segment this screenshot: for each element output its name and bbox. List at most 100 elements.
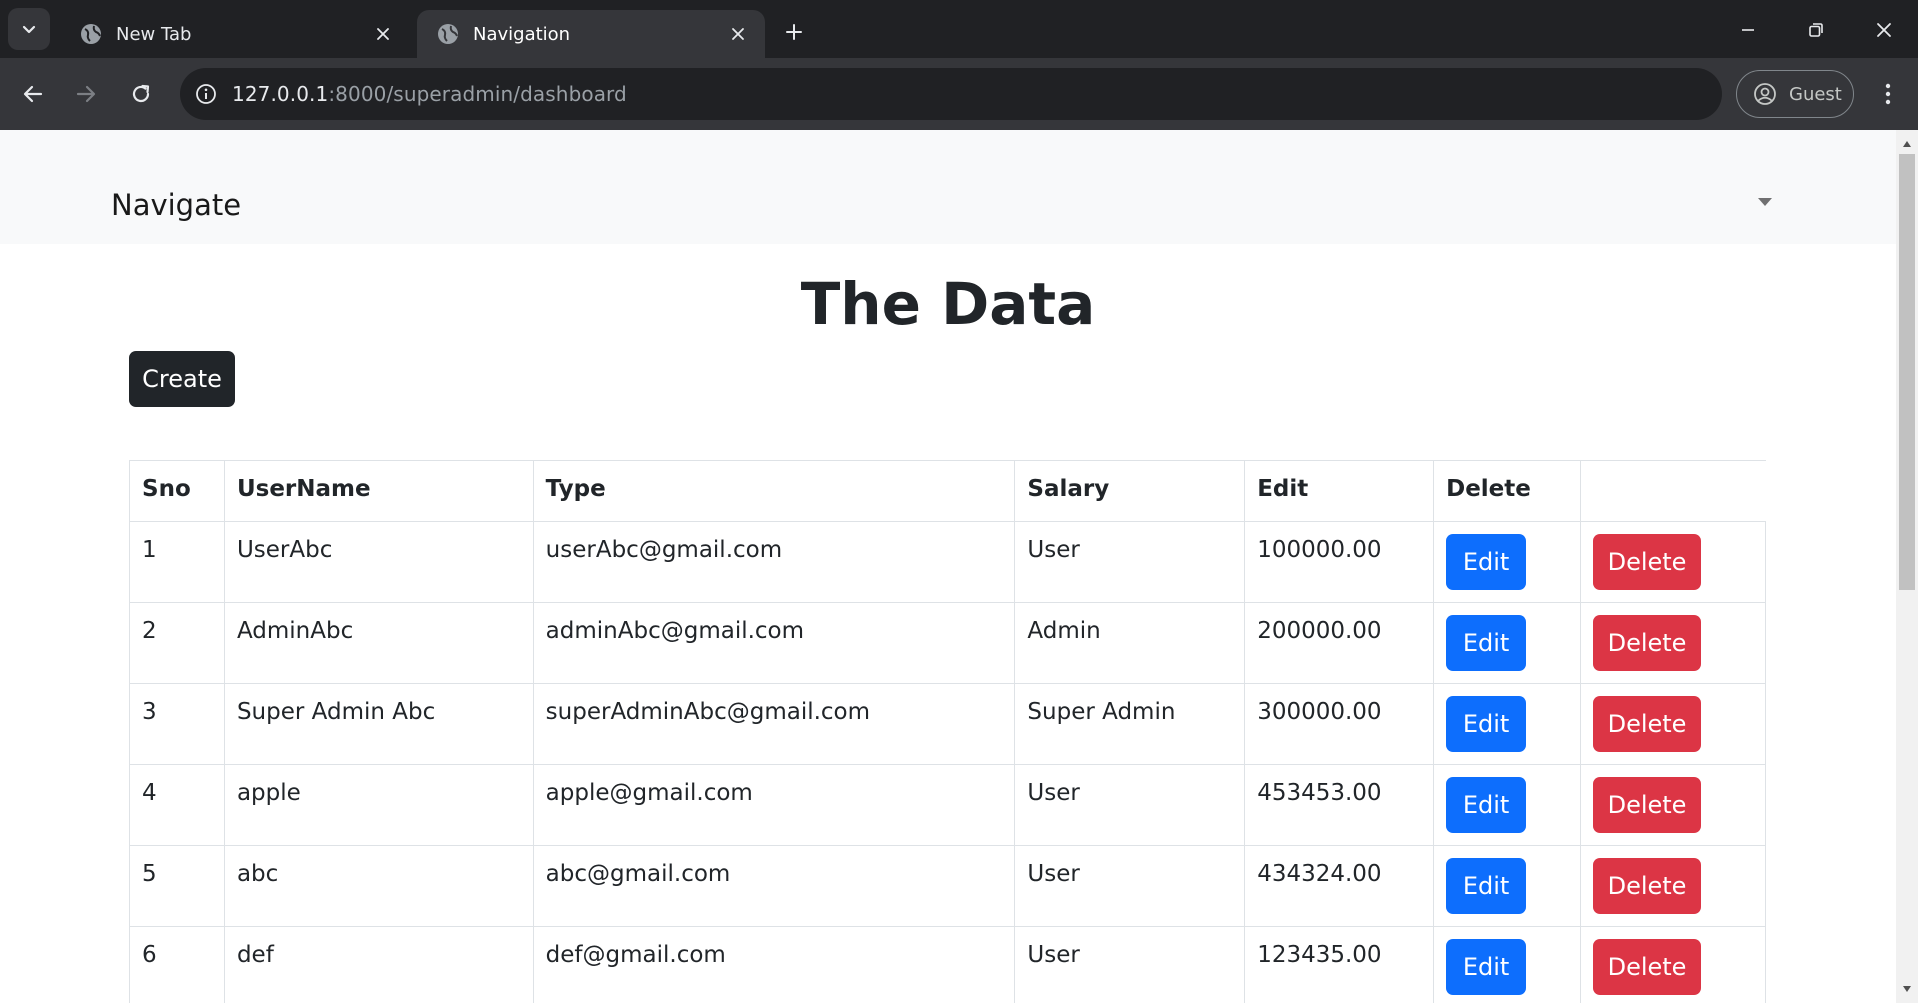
column-header-salary: Salary bbox=[1014, 460, 1246, 522]
minimize-button[interactable] bbox=[1724, 10, 1772, 50]
arrow-left-icon bbox=[23, 85, 43, 103]
browser-menu-button[interactable] bbox=[1870, 76, 1906, 112]
cell-email: userAbc@gmail.com bbox=[532, 521, 1016, 603]
minimize-icon bbox=[1742, 29, 1754, 31]
column-header-blank bbox=[1580, 460, 1766, 522]
cell-username: apple bbox=[223, 764, 534, 846]
column-header-edit: Edit bbox=[1244, 460, 1435, 522]
cell-edit: Edit bbox=[1433, 764, 1582, 846]
create-button[interactable]: Create bbox=[129, 351, 235, 407]
globe-icon bbox=[438, 24, 458, 44]
delete-button[interactable]: Delete bbox=[1593, 777, 1702, 833]
globe-icon bbox=[81, 24, 101, 44]
cell-salary: 123435.00 bbox=[1244, 926, 1435, 1003]
tab-new-tab[interactable]: New Tab bbox=[60, 10, 410, 58]
delete-button[interactable]: Delete bbox=[1593, 939, 1702, 995]
page-title: The Data bbox=[800, 270, 1096, 338]
reload-icon bbox=[132, 84, 150, 103]
page-scrollbar[interactable] bbox=[1896, 130, 1918, 1003]
account-circle-icon bbox=[1754, 83, 1776, 105]
navbar: Navigate bbox=[0, 130, 1896, 244]
cell-delete: Delete bbox=[1580, 845, 1766, 927]
tab-navigation[interactable]: Navigation bbox=[417, 10, 765, 58]
cell-username: AdminAbc bbox=[223, 602, 534, 684]
cell-edit: Edit bbox=[1433, 602, 1582, 684]
new-tab-button[interactable] bbox=[776, 14, 812, 50]
close-icon bbox=[377, 28, 389, 40]
cell-username: def bbox=[223, 926, 534, 1003]
close-window-button[interactable] bbox=[1860, 10, 1908, 50]
address-bar[interactable]: 127.0.0.1:8000/superadmin/dashboard bbox=[180, 68, 1722, 120]
cell-email: adminAbc@gmail.com bbox=[532, 602, 1016, 684]
url-path: :8000/superadmin/dashboard bbox=[328, 82, 627, 106]
users-table: Sno UserName Type Salary Edit Delete 1 U… bbox=[129, 460, 1766, 1003]
cell-type: Admin bbox=[1014, 602, 1246, 684]
tab-close-button[interactable] bbox=[370, 21, 396, 47]
browser-toolbar: 127.0.0.1:8000/superadmin/dashboard Gues… bbox=[0, 58, 1918, 130]
site-info-button[interactable] bbox=[180, 68, 232, 120]
close-icon bbox=[732, 28, 744, 40]
cell-email: def@gmail.com bbox=[532, 926, 1016, 1003]
chevron-down-icon bbox=[22, 25, 36, 34]
cell-username: abc bbox=[223, 845, 534, 927]
close-icon bbox=[1877, 23, 1891, 37]
profile-button[interactable]: Guest bbox=[1736, 70, 1854, 118]
cell-delete: Delete bbox=[1580, 926, 1766, 1003]
restore-icon bbox=[1809, 23, 1823, 37]
cell-sno: 2 bbox=[129, 602, 225, 684]
back-button[interactable] bbox=[13, 74, 53, 114]
url-host: 127.0.0.1 bbox=[232, 82, 329, 106]
scroll-down-button[interactable] bbox=[1896, 979, 1918, 999]
cell-email: superAdminAbc@gmail.com bbox=[532, 683, 1016, 765]
cell-delete: Delete bbox=[1580, 683, 1766, 765]
cell-type: User bbox=[1014, 926, 1246, 1003]
caret-down-icon bbox=[1758, 198, 1772, 206]
restore-button[interactable] bbox=[1792, 10, 1840, 50]
url-text: 127.0.0.1:8000/superadmin/dashboard bbox=[232, 82, 627, 106]
cell-edit: Edit bbox=[1433, 683, 1582, 765]
cell-type: User bbox=[1014, 764, 1246, 846]
cell-username: Super Admin Abc bbox=[223, 683, 534, 765]
navbar-toggle[interactable] bbox=[1754, 194, 1776, 210]
table-row: 4 apple apple@gmail.com User 453453.00 E… bbox=[129, 764, 1766, 846]
plus-icon bbox=[786, 24, 802, 40]
cell-edit: Edit bbox=[1433, 521, 1582, 603]
profile-label: Guest bbox=[1789, 83, 1842, 105]
edit-button[interactable]: Edit bbox=[1446, 534, 1527, 590]
reload-button[interactable] bbox=[121, 74, 161, 114]
cell-edit: Edit bbox=[1433, 926, 1582, 1003]
browser-tabstrip: New Tab Navigation bbox=[0, 0, 1918, 58]
triangle-up-icon bbox=[1903, 141, 1911, 147]
cell-type: User bbox=[1014, 521, 1246, 603]
kebab-menu-icon bbox=[1885, 83, 1891, 105]
tab-search-button[interactable] bbox=[8, 8, 50, 50]
cell-delete: Delete bbox=[1580, 602, 1766, 684]
delete-button[interactable]: Delete bbox=[1593, 534, 1702, 590]
forward-button[interactable] bbox=[66, 74, 106, 114]
info-icon bbox=[196, 84, 216, 104]
arrow-right-icon bbox=[76, 85, 96, 103]
edit-button[interactable]: Edit bbox=[1446, 696, 1527, 752]
table-row: 3 Super Admin Abc superAdminAbc@gmail.co… bbox=[129, 683, 1766, 765]
scroll-up-button[interactable] bbox=[1896, 134, 1918, 154]
delete-button[interactable]: Delete bbox=[1593, 696, 1702, 752]
cell-sno: 1 bbox=[129, 521, 225, 603]
cell-email: abc@gmail.com bbox=[532, 845, 1016, 927]
table-header-row: Sno UserName Type Salary Edit Delete bbox=[129, 460, 1766, 522]
delete-button[interactable]: Delete bbox=[1593, 858, 1702, 914]
edit-button[interactable]: Edit bbox=[1446, 777, 1527, 833]
edit-button[interactable]: Edit bbox=[1446, 858, 1527, 914]
scroll-thumb[interactable] bbox=[1899, 154, 1915, 590]
navbar-brand[interactable]: Navigate bbox=[111, 188, 241, 222]
cell-sno: 6 bbox=[129, 926, 225, 1003]
cell-sno: 4 bbox=[129, 764, 225, 846]
delete-button[interactable]: Delete bbox=[1593, 615, 1702, 671]
cell-delete: Delete bbox=[1580, 521, 1766, 603]
page-viewport: Navigate The Data Create Sno UserName Ty… bbox=[0, 130, 1896, 1003]
tab-close-button[interactable] bbox=[725, 21, 751, 47]
edit-button[interactable]: Edit bbox=[1446, 939, 1527, 995]
tab-title: New Tab bbox=[116, 23, 192, 45]
column-header-sno: Sno bbox=[129, 460, 225, 522]
cell-type: User bbox=[1014, 845, 1246, 927]
edit-button[interactable]: Edit bbox=[1446, 615, 1527, 671]
